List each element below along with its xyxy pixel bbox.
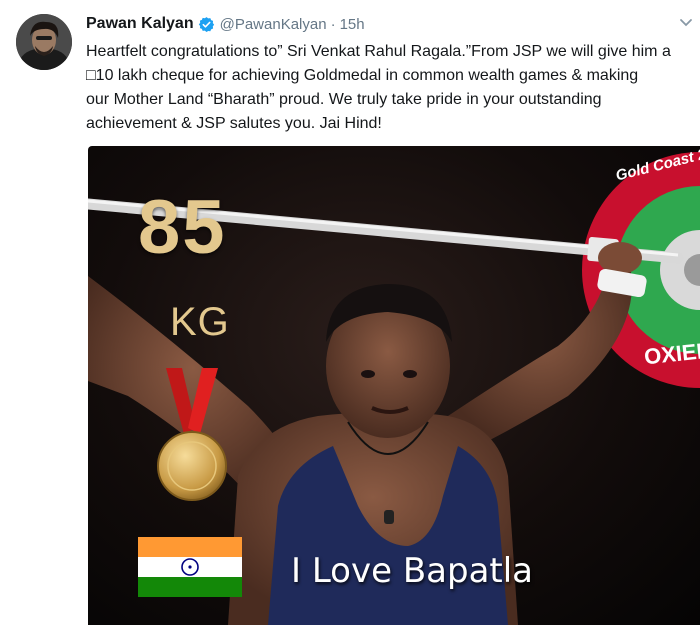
separator-dot: · [330, 15, 336, 33]
tweet-text: Heartfelt congratulations to” Sri Venkat… [86, 40, 694, 136]
tweet-header: Pawan Kalyan @PawanKalyan · 15h [86, 13, 365, 35]
tweet-media-image[interactable]: 85 KG Gold Coast 20 OXIEKO I Love Bapatl… [88, 146, 700, 625]
chevron-down-icon[interactable] [678, 14, 694, 30]
verified-badge-icon [198, 16, 214, 32]
weight-unit: KG [170, 300, 230, 344]
weight-value: 85 [138, 185, 227, 270]
tweet-text-line: □10 lakh cheque for achieving Goldmedal … [86, 67, 639, 84]
user-handle[interactable]: @PawanKalyan [220, 16, 327, 33]
tweet-text-line: Heartfelt congratulations to” Sri Venkat… [86, 43, 671, 60]
india-flag-icon [138, 537, 242, 597]
display-name[interactable]: Pawan Kalyan [86, 15, 194, 33]
image-caption: I Love Bapatla [291, 551, 534, 591]
timestamp[interactable]: 15h [340, 16, 365, 33]
tweet-text-line: our Mother Land “Bharath” proud. We trul… [86, 91, 602, 108]
tweet-text-line: achievement & JSP salutes you. Jai Hind! [86, 115, 382, 132]
avatar[interactable] [16, 14, 72, 70]
tweet-card[interactable]: Pawan Kalyan @PawanKalyan · 15h Heartfel… [0, 0, 700, 625]
